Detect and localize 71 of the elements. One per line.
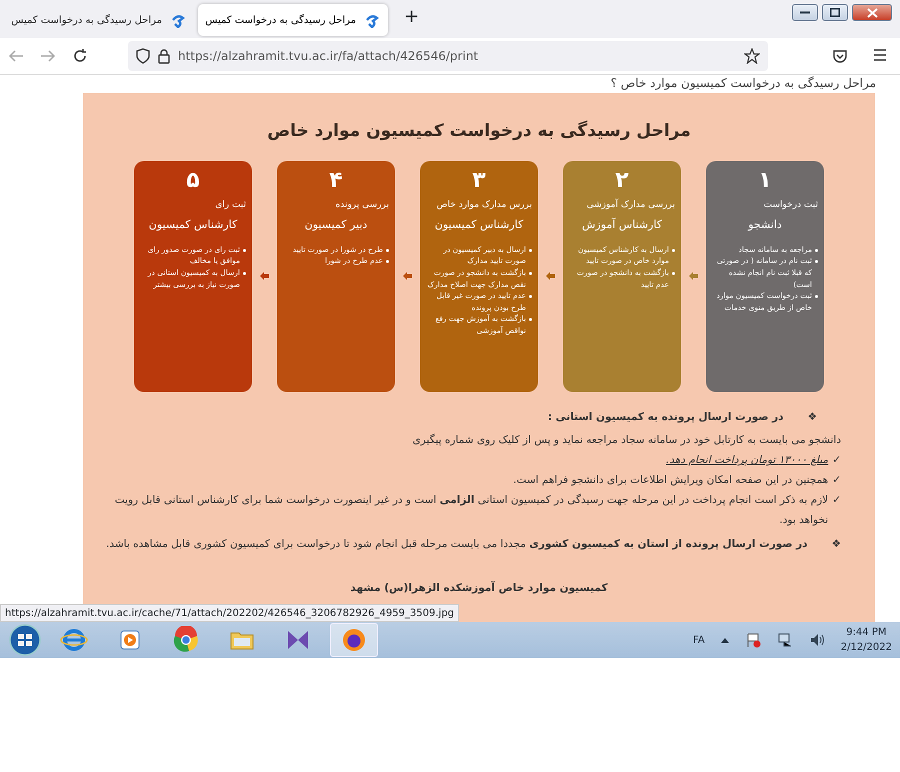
- bullet-dot: [386, 260, 389, 264]
- browser-icon[interactable]: [60, 626, 88, 654]
- browser-icon[interactable]: [340, 626, 368, 654]
- new-tab-button[interactable]: +: [396, 4, 428, 30]
- close-icon: [866, 8, 878, 18]
- bullet-dot: [815, 260, 818, 264]
- network-icon[interactable]: [776, 632, 793, 648]
- clock-time[interactable]: 9:44 PM: [840, 625, 892, 640]
- lock-icon: [158, 48, 170, 64]
- check-item-text: لازم به ذکر است انجام پرداخت در این مرحله جهت رسیدگی در کمیسیون استانی الزامی است و در غیر اینصورت درخواست شما برای کارشناس استانی قابل رویت نخواهد بود.: [114, 492, 828, 528]
- close-button[interactable]: [852, 4, 892, 21]
- step-number: ۲: [614, 168, 630, 193]
- browser-tab[interactable]: مراحل رسیدگی به درخواست کمیس: [198, 4, 388, 36]
- flag-icon[interactable]: [744, 632, 761, 648]
- bullet-dot: [243, 272, 246, 275]
- reload-icon[interactable]: [72, 48, 88, 64]
- bullet-dot: [529, 318, 532, 322]
- start-orb-icon[interactable]: [8, 623, 42, 657]
- check-mark: ✓: [832, 493, 841, 508]
- step-title: کارشناس آموزش: [580, 217, 664, 234]
- star-icon[interactable]: [744, 48, 760, 64]
- step-number: ۳: [471, 168, 487, 193]
- shield-icon: [136, 48, 150, 64]
- paragraph-text: دانشجو می بایست به کارتابل خود در سامانه سجاد مراجعه نماید و پس از کلیک روی شماره پیگیری: [411, 432, 842, 448]
- bullet-dot: [815, 248, 818, 252]
- check-item-text: مبلغ ۱۳۰۰۰ تومان پرداخت انجام دهد.: [666, 453, 828, 468]
- site-logo-icon: [170, 12, 186, 28]
- step-number: ۱: [757, 168, 773, 193]
- step-number: ۴: [328, 168, 344, 193]
- restore-button[interactable]: [822, 4, 848, 21]
- diamond-marker: ❖: [832, 537, 841, 552]
- bullet-dot: [529, 272, 532, 275]
- page-caption: مراحل رسیدگی به درخواست کمیسیون موارد خاص ؟: [610, 75, 877, 91]
- step-title: دانشجو: [746, 217, 783, 234]
- bullet-dot: [529, 248, 532, 252]
- bullet-dot: [815, 295, 818, 298]
- bullet-dot: [672, 248, 675, 252]
- browser-tab[interactable]: مراحل رسیدگی به درخواست کمیس: [4, 4, 194, 36]
- check-mark: ✓: [832, 473, 841, 488]
- check-mark: ✓: [832, 453, 841, 468]
- site-logo-icon: [364, 12, 380, 28]
- minimize-button[interactable]: [792, 4, 818, 21]
- volume-icon[interactable]: [808, 632, 825, 648]
- step-title: کارشناس کمیسیون: [148, 217, 238, 234]
- step-title: کارشناس کمیسیون: [434, 217, 524, 234]
- step-subtitle: ثبت رای: [214, 198, 246, 212]
- minimize-icon: [800, 11, 810, 14]
- restore-icon: [830, 8, 840, 17]
- clock-date[interactable]: 2/12/2022: [840, 640, 892, 655]
- paragraph-text: در صورت ارسال پرونده از استان به کمیسیون کشوری مجددا می بایست مرحله قبل انجام شود تا درخواست برای کمیسیون کشوری قابل مشاهده باشد.: [106, 537, 808, 552]
- bullet-dot: [672, 272, 675, 275]
- step-subtitle: بررسی پرونده: [334, 198, 389, 212]
- page-heading: مراحل رسیدگی به درخواست کمیسیون موارد خاص: [266, 120, 692, 143]
- step-subtitle: بررسی مدارک آموزشی: [586, 198, 675, 212]
- section-heading: در صورت ارسال پرونده به کمیسیون استانی :: [548, 410, 784, 425]
- browser-icon[interactable]: [172, 626, 200, 654]
- bullet-dot: [386, 248, 389, 252]
- diamond-marker: ❖: [808, 410, 817, 424]
- caret-icon[interactable]: [720, 637, 729, 643]
- pocket-icon[interactable]: [832, 48, 848, 64]
- bullet-dot: [243, 248, 246, 252]
- status-url: https://alzahramit.tvu.ac.ir/cache/71/attach/202202/426546_3206782926_4959_3509.jpg: [0, 604, 460, 622]
- language-indicator[interactable]: FA: [693, 632, 705, 648]
- check-item-text: همچنین در این صفحه امکان ویرایش اطلاعات برای دانشجو فراهم است.: [513, 473, 828, 488]
- step-subtitle: بررس مدارک موارد خاص: [436, 198, 532, 212]
- step-subtitle: ثبت درخواست: [762, 198, 818, 212]
- step-title: دبیر کمیسیون: [304, 217, 368, 234]
- menu-icon[interactable]: [872, 48, 888, 62]
- bullet-dot: [529, 295, 532, 298]
- footer-title: کمیسیون موارد خاص آموزشکده الزهرا(س) مشهد: [349, 580, 609, 596]
- step-number: ۵: [185, 168, 201, 193]
